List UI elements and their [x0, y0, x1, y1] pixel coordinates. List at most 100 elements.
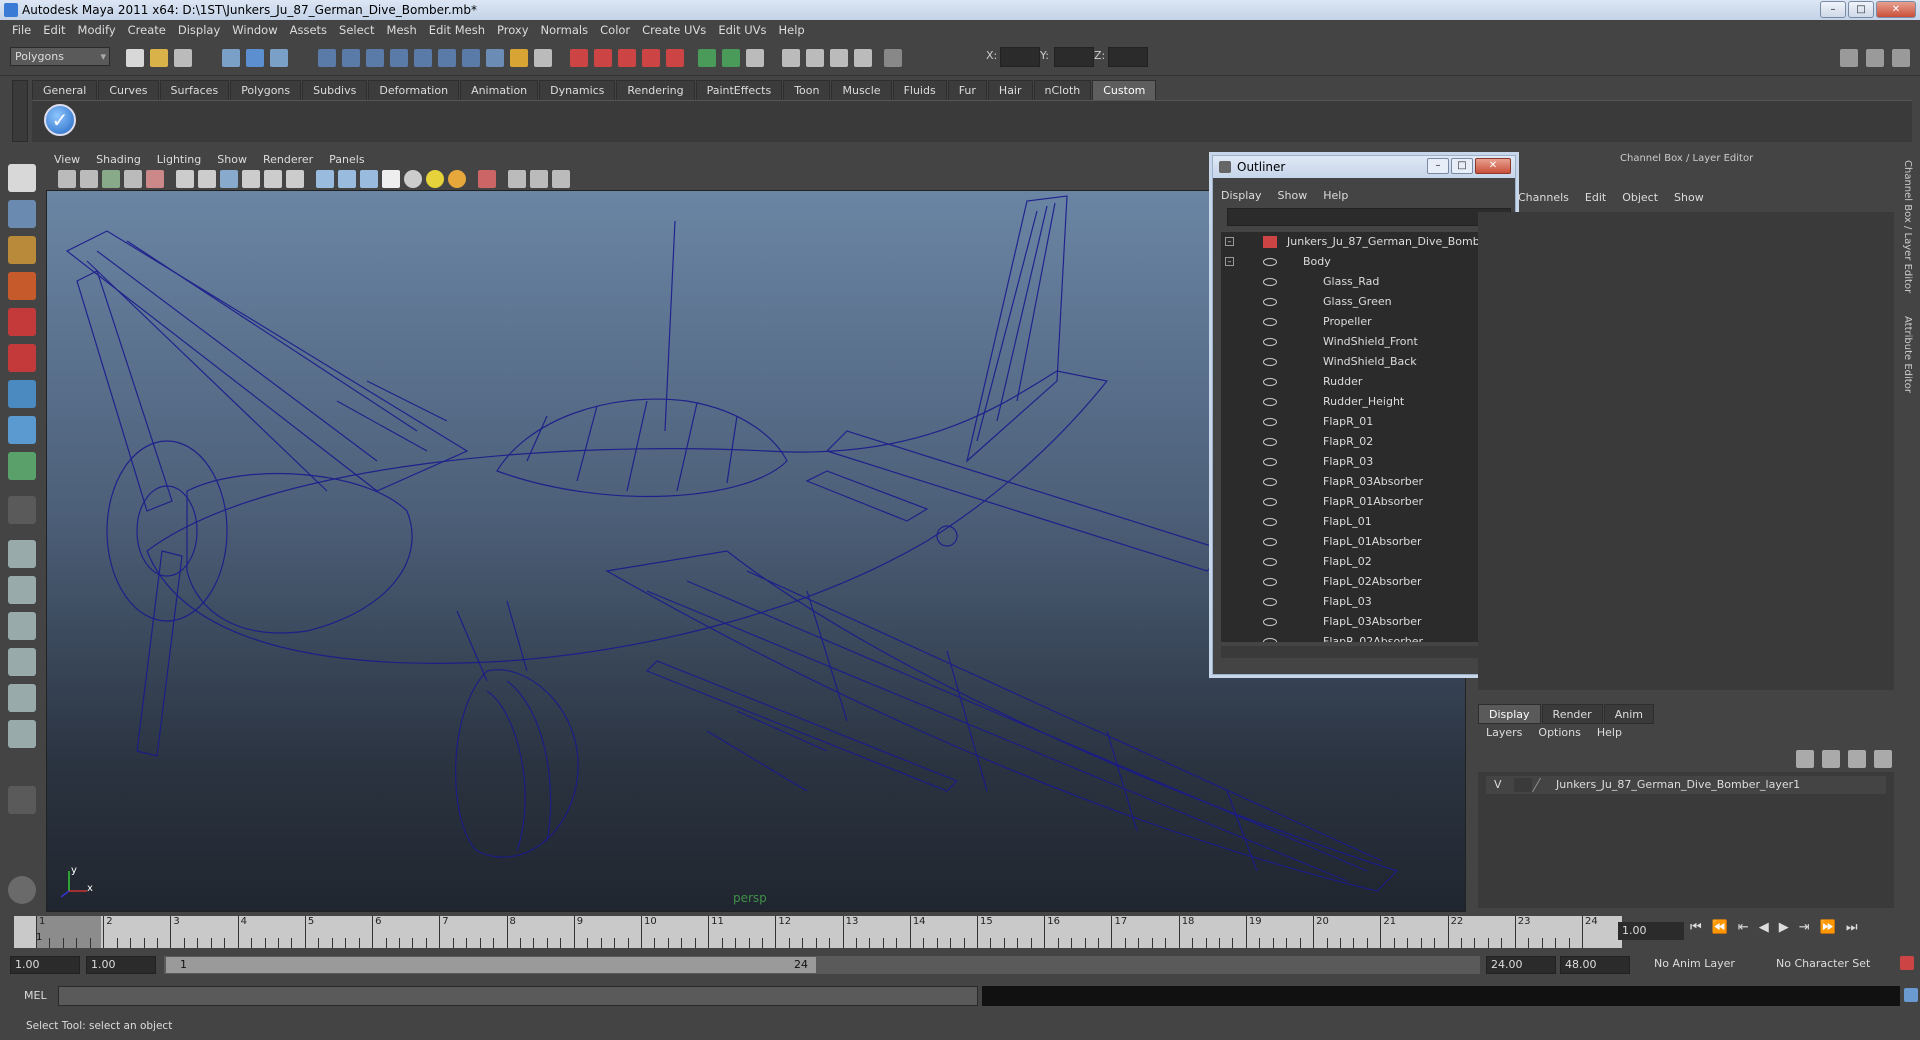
snap-surface-icon[interactable]: [414, 49, 432, 67]
range-slider[interactable]: 1 24: [164, 956, 1480, 974]
channel-menu-object[interactable]: Object: [1614, 191, 1666, 204]
menu-create[interactable]: Create: [122, 23, 172, 37]
soft-mod-tool-icon[interactable]: [8, 416, 36, 444]
outliner-minimize-button[interactable]: –: [1427, 158, 1449, 174]
checkmark-shelf-icon[interactable]: ✓: [44, 104, 76, 136]
tree-row[interactable]: FlapR_01: [1221, 412, 1501, 432]
tree-row[interactable]: WindShield_Front: [1221, 332, 1501, 352]
tree-row[interactable]: FlapL_01: [1221, 512, 1501, 532]
layer-template-toggle[interactable]: [1514, 778, 1532, 792]
panel-toggle-icon[interactable]: [1840, 49, 1858, 67]
layer-tab-anim[interactable]: Anim: [1603, 704, 1654, 724]
help-icon[interactable]: [486, 49, 504, 67]
wireframe-on-shaded-icon[interactable]: [360, 170, 378, 188]
menu-edit-mesh[interactable]: Edit Mesh: [423, 23, 491, 37]
anim-prefs-icon[interactable]: [1900, 956, 1914, 970]
render-frame-icon[interactable]: [570, 49, 588, 67]
close-button[interactable]: ✕: [1876, 1, 1916, 18]
menu-window[interactable]: Window: [226, 23, 283, 37]
tree-row[interactable]: Glass_Rad: [1221, 272, 1501, 292]
attribute-editor-toggle-icon[interactable]: [698, 49, 716, 67]
shelf-tab-surfaces[interactable]: Surfaces: [159, 80, 230, 100]
layout-four-pane-icon[interactable]: [8, 576, 36, 604]
save-scene-icon[interactable]: [174, 49, 192, 67]
menu-file[interactable]: File: [6, 23, 37, 37]
channel-menu-show[interactable]: Show: [1666, 191, 1712, 204]
select-object-icon[interactable]: [246, 49, 264, 67]
shelf-tab-hair[interactable]: Hair: [987, 80, 1033, 100]
open-scene-icon[interactable]: [150, 49, 168, 67]
viewport-menu-show[interactable]: Show: [209, 153, 255, 166]
viewport-menu-view[interactable]: View: [46, 153, 88, 166]
history-icon[interactable]: [438, 49, 456, 67]
shelf-tab-ncloth[interactable]: nCloth: [1033, 80, 1092, 100]
shelf-tab-toon[interactable]: Toon: [783, 80, 831, 100]
shelf-menu-handle[interactable]: [12, 80, 28, 142]
step-back-frame-icon[interactable]: ⇤: [1738, 920, 1749, 942]
mel-language-toggle[interactable]: MEL: [10, 986, 54, 1006]
tree-row[interactable]: FlapL_02: [1221, 552, 1501, 572]
paint-select-tool-icon[interactable]: [8, 236, 36, 264]
menu-edit[interactable]: Edit: [37, 23, 71, 37]
tree-row[interactable]: FlapL_02Absorber: [1221, 572, 1501, 592]
move-tool-icon[interactable]: [8, 272, 36, 300]
shelf-tab-custom[interactable]: Custom: [1092, 80, 1157, 100]
ipr-render-icon[interactable]: [594, 49, 612, 67]
camera-select-icon[interactable]: [58, 170, 76, 188]
layer-menu-layers[interactable]: Layers: [1478, 726, 1530, 739]
playback-end-field[interactable]: 24.00: [1486, 956, 1556, 974]
character-set-dropdown[interactable]: No Character Set: [1772, 956, 1890, 974]
collapse-icon[interactable]: –: [1225, 257, 1234, 266]
snap-plane-icon[interactable]: [390, 49, 408, 67]
menu-help[interactable]: Help: [773, 23, 811, 37]
shelf-tab-general[interactable]: General: [32, 80, 98, 100]
tree-row[interactable]: FlapL_03Absorber: [1221, 612, 1501, 632]
camera-attributes-icon[interactable]: [80, 170, 98, 188]
script-editor-icon[interactable]: [1904, 988, 1918, 1002]
layout-custom-icon[interactable]: [8, 786, 36, 814]
tree-row[interactable]: FlapR_02Absorber: [1221, 632, 1501, 642]
menu-normals[interactable]: Normals: [535, 23, 595, 37]
field-chart-icon[interactable]: [242, 170, 260, 188]
render-view-icon[interactable]: [666, 49, 684, 67]
smooth-shade-icon[interactable]: [338, 170, 356, 188]
shelf-tab-polygons[interactable]: Polygons: [230, 80, 302, 100]
shelf-tab-dynamics[interactable]: Dynamics: [539, 80, 616, 100]
outliner-close-button[interactable]: ✕: [1475, 158, 1511, 174]
tree-row[interactable]: WindShield_Back: [1221, 352, 1501, 372]
bookmark-icon[interactable]: [102, 170, 120, 188]
select-tool-icon[interactable]: [8, 164, 36, 192]
input-ops-icon[interactable]: [534, 49, 552, 67]
layout-outliner-persp-icon[interactable]: [8, 684, 36, 712]
menu-edit-uvs[interactable]: Edit UVs: [712, 23, 772, 37]
outliner-maximize-button[interactable]: □: [1451, 158, 1473, 174]
resolution-gate-icon[interactable]: [198, 170, 216, 188]
tree-row[interactable]: FlapR_01Absorber: [1221, 492, 1501, 512]
all-lights-icon[interactable]: [426, 170, 444, 188]
tree-row[interactable]: FlapR_03: [1221, 452, 1501, 472]
outliner-menu-show[interactable]: Show: [1270, 189, 1316, 202]
transform-mode-icon[interactable]: [884, 49, 902, 67]
menu-set-dropdown[interactable]: Polygons ▾: [10, 47, 110, 66]
snap-curve-icon[interactable]: [342, 49, 360, 67]
command-input[interactable]: [58, 986, 978, 1006]
tree-row-root[interactable]: – Junkers_Ju_87_German_Dive_Bomber: [1221, 232, 1501, 252]
image-plane-icon[interactable]: [124, 170, 142, 188]
new-scene-icon[interactable]: [126, 49, 144, 67]
layout-outliner-icon[interactable]: [854, 49, 872, 67]
manipulator-tool-icon[interactable]: [8, 380, 36, 408]
outliner-menu-display[interactable]: Display: [1213, 189, 1270, 202]
go-to-start-icon[interactable]: ⏮: [1690, 920, 1702, 942]
step-back-key-icon[interactable]: ⏪: [1712, 920, 1728, 942]
shelf-tab-subdivs[interactable]: Subdivs: [302, 80, 368, 100]
new-layer-selected-icon[interactable]: [1822, 750, 1840, 768]
construction-icon[interactable]: [462, 49, 480, 67]
shelf-tab-muscle[interactable]: Muscle: [831, 80, 892, 100]
layout-persp-icon[interactable]: [830, 49, 848, 67]
shelf-tab-animation[interactable]: Animation: [460, 80, 539, 100]
grid-toggle-icon[interactable]: [146, 170, 164, 188]
lasso-tool-icon[interactable]: [8, 200, 36, 228]
quick-layout-icon[interactable]: [8, 876, 36, 904]
tree-row[interactable]: FlapL_03: [1221, 592, 1501, 612]
play-forwards-icon[interactable]: ▶: [1779, 920, 1789, 942]
